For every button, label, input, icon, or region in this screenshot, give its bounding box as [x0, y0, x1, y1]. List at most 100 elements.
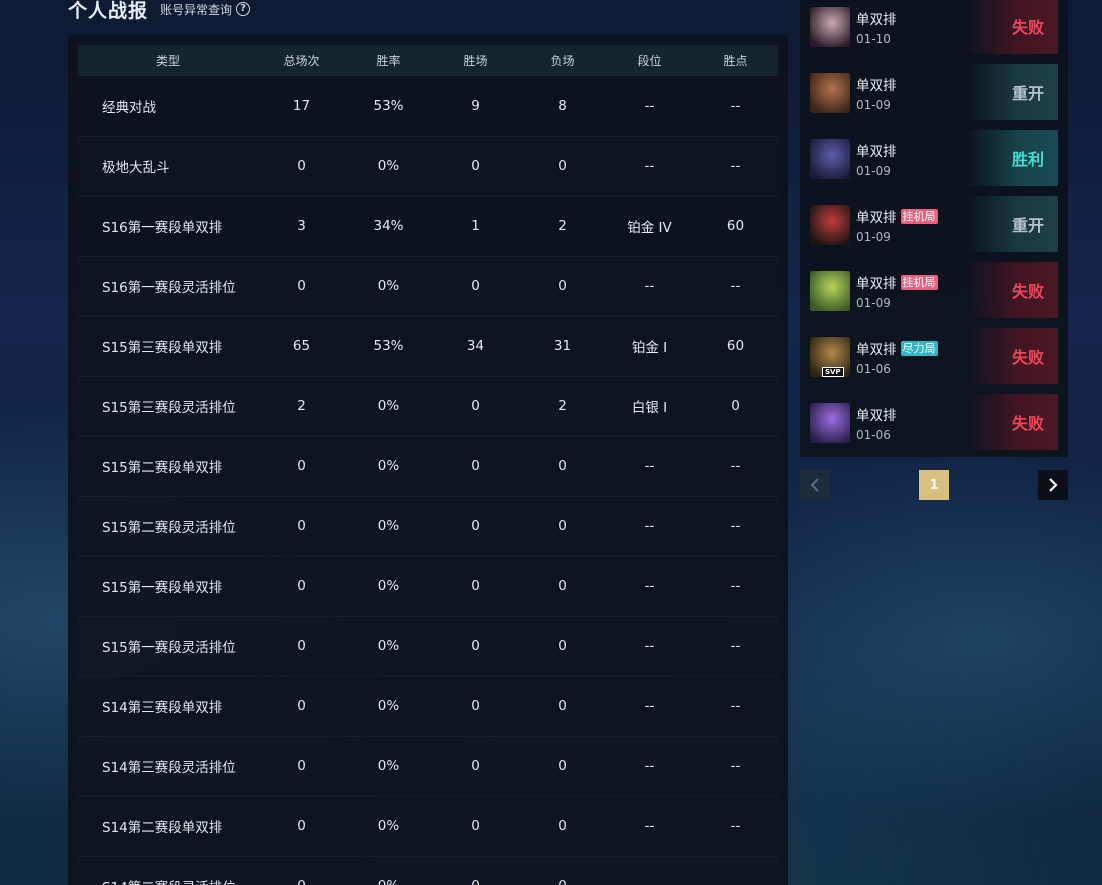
chevron-left-icon	[810, 478, 819, 492]
match-item[interactable]: 单双排 01-06 失败	[810, 390, 1058, 456]
cell-lp: --	[693, 856, 778, 885]
cell-lp: 60	[726, 218, 745, 234]
match-date: 01-10	[856, 32, 891, 46]
cell-win-rate: 0%	[345, 856, 432, 885]
cell-lp: --	[730, 158, 741, 174]
cell-losses: 0	[519, 856, 606, 885]
cell-total: 0	[297, 758, 306, 774]
cell-wins: 34	[466, 338, 485, 354]
cell-losses: 31	[553, 338, 572, 354]
match-mode: 单双排	[856, 342, 897, 358]
table-row: 极地大乱斗 0 0% 0 0 -- --	[78, 136, 778, 196]
cell-rank: --	[644, 698, 655, 714]
cell-losses: 0	[558, 758, 567, 774]
page-header: 个人战报 账号异常查询 ?	[68, 0, 251, 24]
header-wins: 胜场	[463, 54, 488, 68]
cell-type: S15第三赛段灵活排位	[102, 400, 236, 416]
match-date: 01-09	[856, 98, 891, 112]
cell-losses: 0	[558, 638, 567, 654]
cell-win-rate: 0%	[377, 158, 400, 174]
cell-total: 2	[297, 398, 306, 414]
match-result: 失败	[966, 0, 1058, 54]
cell-wins: 0	[471, 398, 480, 414]
cell-rank: --	[644, 518, 655, 534]
match-item[interactable]: 单双排 01-10 失败	[810, 0, 1058, 60]
cell-wins: 0	[432, 856, 519, 885]
champion-avatar	[810, 205, 850, 245]
cell-wins: 0	[471, 638, 480, 654]
match-result: 失败	[966, 394, 1058, 450]
table-row: S15第一赛段灵活排位 0 0% 0 0 -- --	[78, 616, 778, 676]
cell-rank: 铂金 I	[631, 340, 668, 356]
table-row: S15第二赛段单双排 0 0% 0 0 -- --	[78, 436, 778, 496]
cell-wins: 9	[471, 97, 480, 114]
cell-wins: 0	[471, 698, 480, 714]
cell-losses: 0	[558, 698, 567, 714]
match-item[interactable]: 单双排 挂机局 01-09 失败	[810, 258, 1058, 324]
next-page-button[interactable]	[1038, 470, 1068, 500]
cell-total: 0	[258, 856, 345, 885]
header-type: 类型	[155, 54, 180, 68]
pagination: 1	[800, 470, 1068, 500]
match-date: 01-09	[856, 164, 891, 178]
cell-rank: --	[644, 158, 655, 174]
cell-rank: --	[644, 638, 655, 654]
cell-rank: --	[644, 818, 655, 834]
cell-rank: --	[644, 578, 655, 594]
account-abnormal-query-link[interactable]: 账号异常查询 ?	[160, 1, 251, 18]
cell-rank: --	[644, 97, 655, 114]
cell-total: 0	[297, 158, 306, 174]
cell-losses: 0	[558, 458, 567, 474]
cell-win-rate: 0%	[377, 578, 400, 594]
cell-rank: 铂金 IV	[627, 220, 672, 236]
match-item[interactable]: 单双排 01-09 胜利	[810, 126, 1058, 192]
page-number-button[interactable]: 1	[919, 470, 949, 500]
match-result: 重开	[966, 64, 1058, 120]
cell-win-rate: 53%	[373, 338, 404, 354]
match-info: 单双排 挂机局 01-09	[856, 206, 938, 244]
champion-avatar	[810, 271, 850, 311]
match-mode-line: 单双排	[856, 8, 897, 28]
champion-avatar	[810, 139, 850, 179]
cell-type: S15第二赛段灵活排位	[102, 520, 236, 536]
match-mode-line: 单双排 挂机局	[856, 272, 938, 292]
match-item[interactable]: 单双排 挂机局 01-09 重开	[810, 192, 1058, 258]
cell-lp: --	[730, 278, 741, 294]
cell-type: S15第三赛段单双排	[102, 340, 223, 356]
cell-losses: 0	[558, 578, 567, 594]
table-row: S14第三赛段单双排 0 0% 0 0 -- --	[78, 676, 778, 736]
cell-losses: 0	[558, 518, 567, 534]
table-row: S16第一赛段单双排 3 34% 1 2 铂金 IV 60	[78, 196, 778, 256]
match-date: 01-09	[856, 230, 891, 244]
prev-page-button[interactable]	[800, 470, 830, 500]
match-result: 重开	[966, 196, 1058, 252]
cell-wins: 0	[471, 518, 480, 534]
help-icon[interactable]: ?	[236, 2, 251, 16]
cell-losses: 2	[558, 398, 567, 414]
match-date: 01-06	[856, 428, 891, 442]
cell-losses: 2	[558, 218, 567, 234]
cell-wins: 0	[471, 278, 480, 294]
cell-type: S14第三赛段单双排	[102, 700, 223, 716]
match-tag-badge: 挂机局	[900, 274, 938, 290]
match-date: 01-06	[856, 362, 891, 376]
cell-total: 17	[292, 97, 311, 114]
cell-wins: 0	[471, 758, 480, 774]
stats-panel: 类型 总场次 胜率 胜场 负场 段位 胜点 经典对战 17 53% 9 8 -- -- 极地大…	[68, 35, 788, 885]
match-mode-line: 单双排	[856, 404, 897, 424]
match-item[interactable]: SVP 单双排 尽力局 01-06 失败	[810, 324, 1058, 390]
cell-rank: --	[606, 856, 693, 885]
table-row: S16第一赛段灵活排位 0 0% 0 0 -- --	[78, 256, 778, 316]
cell-win-rate: 0%	[377, 278, 400, 294]
table-row: S15第三赛段单双排 65 53% 34 31 铂金 I 60	[78, 316, 778, 376]
cell-losses: 8	[558, 97, 567, 114]
cell-wins: 0	[471, 158, 480, 174]
match-result: 失败	[966, 328, 1058, 384]
match-item[interactable]: 单双排 01-09 重开	[810, 60, 1058, 126]
table-row: S15第三赛段灵活排位 2 0% 0 2 白银 I 0	[78, 376, 778, 436]
cell-lp: --	[730, 518, 741, 534]
cell-total: 65	[292, 338, 311, 354]
cell-total: 0	[297, 518, 306, 534]
cell-win-rate: 0%	[377, 398, 400, 414]
cell-total: 0	[297, 698, 306, 714]
